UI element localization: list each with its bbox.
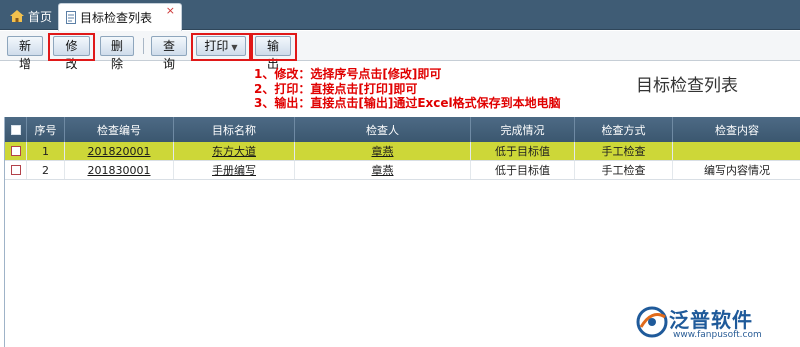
grid-header: 序号 检查编号 目标名称 检查人 完成情况 检查方式 检查内容 — [5, 117, 800, 142]
brand-url: www.fanpusoft.com — [673, 330, 762, 340]
row-index: 2 — [27, 161, 65, 179]
check-number-link[interactable]: 201820001 — [65, 142, 174, 160]
close-icon[interactable]: × — [166, 5, 175, 17]
instruction-line: 1、修改：选择序号点击[修改]即可 — [254, 67, 442, 81]
toolbar-separator — [143, 38, 144, 54]
check-content: 编写内容情况 — [704, 164, 770, 177]
column-header[interactable]: 检查方式 — [575, 117, 673, 142]
query-button[interactable]: 查询 — [151, 36, 187, 71]
select-all-checkbox[interactable] — [5, 117, 27, 142]
toolbar: 新增 修改 删除 查询 打印 ▼ 输出 — [0, 31, 800, 71]
caret-down-icon: ▼ — [231, 43, 238, 52]
print-button-label: 打印 — [204, 39, 229, 53]
column-header[interactable]: 检查编号 — [65, 117, 174, 142]
column-header[interactable]: 完成情况 — [471, 117, 575, 142]
brand-logo: 泛普软件 www.fanpusoft.com — [633, 304, 797, 344]
tab-home[interactable]: 首页 — [4, 5, 58, 27]
page-title: 目标检查列表 — [636, 76, 738, 96]
table-row[interactable]: 2 201830001 手册编写 章燕 低于目标值 手工检查 编写内容情况 — [5, 161, 800, 180]
row-checkbox[interactable] — [5, 142, 27, 160]
instruction-notes: 1、修改：选择序号点击[修改]即可 2、打印：直接点击[打印]即可 3、输出：直… — [254, 67, 561, 111]
document-icon — [66, 11, 76, 24]
completion-status: 低于目标值 — [471, 142, 575, 160]
row-index: 1 — [27, 142, 65, 160]
print-button[interactable]: 打印 ▼ — [196, 36, 246, 56]
check-content — [673, 142, 800, 160]
brand-name: 泛普软件 — [669, 308, 753, 332]
tab-target-check-list[interactable]: 目标检查列表 × — [58, 3, 182, 31]
column-header[interactable]: 检查人 — [295, 117, 471, 142]
delete-button[interactable]: 删除 — [100, 36, 134, 71]
check-method: 手工检查 — [575, 142, 673, 160]
column-header[interactable]: 序号 — [27, 117, 65, 142]
export-button[interactable]: 输出 — [255, 36, 291, 71]
tab-home-label: 首页 — [28, 9, 53, 24]
inspector-link[interactable]: 章燕 — [295, 161, 471, 179]
completion-status: 低于目标值 — [471, 161, 575, 179]
check-number-link[interactable]: 201830001 — [65, 161, 174, 179]
instruction-line: 2、打印：直接点击[打印]即可 — [254, 81, 418, 96]
tab-bar: 首页 目标检查列表 × — [0, 0, 800, 31]
column-header[interactable]: 检查内容 — [673, 117, 800, 142]
fanpu-logo-icon — [636, 306, 668, 338]
edit-button[interactable]: 修改 — [53, 36, 90, 71]
table-row[interactable]: 1 201820001 东方大道 章燕 低于目标值 手工检查 — [5, 142, 800, 161]
check-method: 手工检查 — [575, 161, 673, 179]
add-button[interactable]: 新增 — [7, 36, 43, 71]
house-icon — [10, 10, 24, 22]
column-header[interactable]: 目标名称 — [174, 117, 295, 142]
instruction-line: 3、输出：直接点击[输出]通过Excel格式保存到本地电脑 — [254, 96, 561, 110]
target-name-link[interactable]: 东方大道 — [174, 142, 295, 160]
row-checkbox[interactable] — [5, 161, 27, 179]
tab-active-label: 目标检查列表 — [80, 11, 153, 25]
target-name-link[interactable]: 手册编写 — [174, 161, 295, 179]
inspector-link[interactable]: 章燕 — [295, 142, 471, 160]
